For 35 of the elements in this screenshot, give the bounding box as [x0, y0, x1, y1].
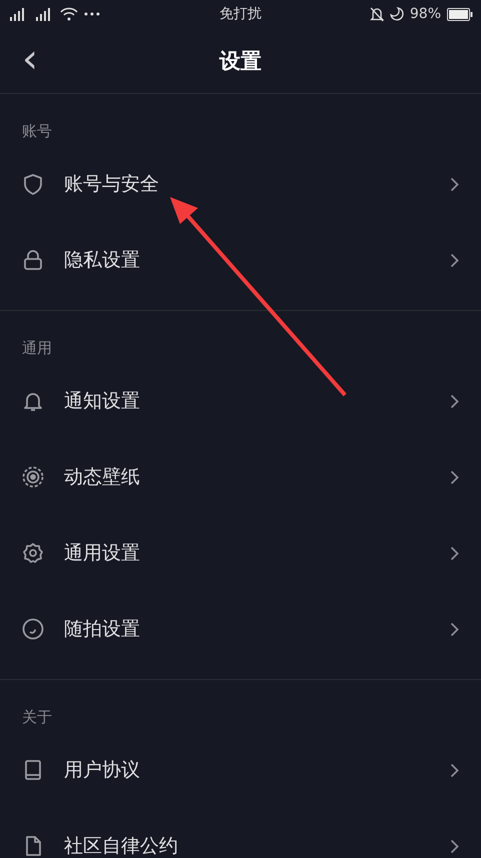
moon-icon — [390, 7, 404, 21]
menu-item[interactable]: 社区自律公约 — [64, 833, 450, 858]
shield-icon — [22, 173, 44, 195]
bell-icon — [22, 390, 44, 412]
settings-icon — [22, 542, 44, 564]
menu-item[interactable]: 隐私设置 — [64, 247, 450, 273]
section-label: 账号 — [22, 121, 53, 141]
page-title: 设置 — [220, 48, 262, 74]
section-label: 通用 — [22, 338, 53, 358]
target-icon — [22, 466, 44, 488]
chevron-right-icon — [450, 252, 459, 268]
menu-item[interactable]: 通知设置 — [64, 388, 450, 414]
chevron-right-icon — [450, 394, 459, 408]
battery-icon — [447, 8, 473, 20]
chevron-right-icon — [450, 622, 459, 636]
section-label: 关于 — [22, 707, 53, 727]
chevron-right-icon — [450, 838, 459, 854]
chevron-right-icon — [450, 546, 459, 560]
menu-item[interactable]: 通用设置 — [64, 540, 450, 566]
back-button[interactable]: ‹ — [18, 42, 42, 76]
bell-off-icon — [370, 6, 384, 22]
more-icon — [84, 12, 100, 16]
menu-item[interactable]: 账号与安全 — [64, 171, 450, 197]
battery-percentage: 98% — [410, 6, 441, 22]
menu-item[interactable]: 动态壁纸 — [64, 464, 450, 490]
wifi-icon — [60, 7, 78, 21]
chevron-right-icon — [450, 762, 459, 778]
lock-icon — [22, 249, 44, 271]
circle-icon — [22, 618, 44, 640]
menu-item[interactable]: 用户协议 — [64, 757, 450, 783]
menu-item[interactable]: 随拍设置 — [64, 616, 450, 642]
status-text: 免打扰 — [220, 5, 262, 23]
chevron-right-icon — [450, 470, 459, 484]
book-icon — [22, 759, 44, 781]
chevron-right-icon — [450, 176, 459, 192]
